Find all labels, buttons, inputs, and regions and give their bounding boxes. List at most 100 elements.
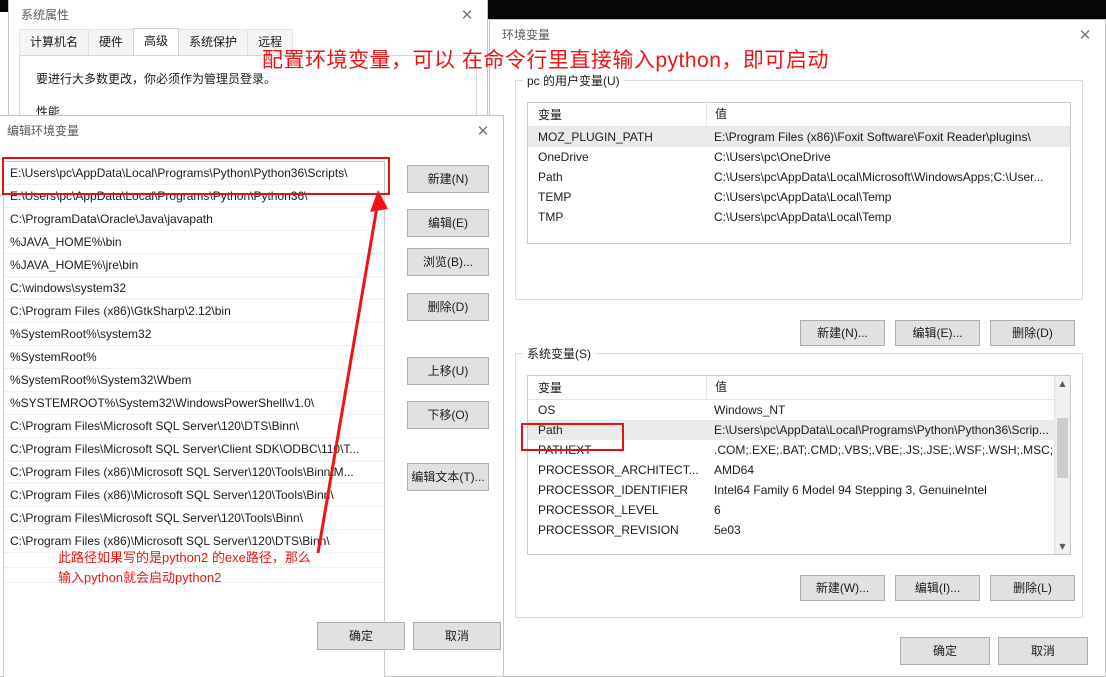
list-item[interactable]: %SystemRoot%\system32 — [4, 323, 384, 346]
list-item[interactable]: C:\Program Files\Microsoft SQL Server\Cl… — [4, 438, 384, 461]
delete-user-variable-button[interactable]: 删除(D) — [990, 320, 1075, 346]
list-item[interactable]: C:\Program Files (x86)\GtkSharp\2.12\bin — [4, 300, 384, 323]
system-variables-label: 系统变量(S) — [523, 345, 595, 362]
user-variables-group: pc 的用户变量(U) 变量 值 MOZ_PLUGIN_PATH E:\Prog… — [515, 72, 1083, 346]
edit-path-button[interactable]: 编辑(E) — [407, 209, 489, 237]
annotation-bottom: 此路径如果写的是python2 的exe路径，那么 输入python就会启动py… — [58, 550, 311, 585]
table-row[interactable]: PROCESSOR_LEVEL 6 — [528, 500, 1070, 520]
variable-name: PATHEXT — [538, 443, 592, 457]
scroll-up-icon[interactable]: ▲ — [1055, 376, 1070, 391]
variable-name: PROCESSOR_IDENTIFIER — [538, 483, 689, 497]
list-item[interactable]: C:\Program Files\Microsoft SQL Server\12… — [4, 415, 384, 438]
cancel-button[interactable]: 取消 — [413, 622, 501, 650]
column-header-value[interactable]: 值 — [706, 376, 1070, 399]
cancel-button[interactable]: 取消 — [998, 637, 1088, 665]
variable-value: C:\Users\pc\AppData\Local\Microsoft\Wind… — [714, 170, 1044, 184]
close-icon[interactable]: ✕ — [1065, 20, 1105, 50]
variable-value: 6 — [714, 503, 721, 517]
table-row[interactable]: OS Windows_NT — [528, 400, 1070, 420]
close-icon[interactable]: ✕ — [447, 0, 487, 30]
ok-button[interactable]: 确定 — [317, 622, 405, 650]
move-down-button[interactable]: 下移(O) — [407, 401, 489, 429]
variable-value: .COM;.EXE;.BAT;.CMD;.VBS;.VBE;.JS;.JSE;.… — [714, 443, 1070, 457]
new-user-variable-button[interactable]: 新建(N)... — [800, 320, 885, 346]
table-row[interactable]: PROCESSOR_ARCHITECT... AMD64 — [528, 460, 1070, 480]
list-item[interactable]: C:\ProgramData\Oracle\Java\javapath — [4, 208, 384, 231]
variable-value: 5e03 — [714, 523, 741, 537]
list-item[interactable]: %SYSTEMROOT%\System32\WindowsPowerShell\… — [4, 392, 384, 415]
system-variables-scrollbar[interactable]: ▲ ▼ — [1054, 376, 1070, 554]
environment-variables-title: 环境变量 — [502, 28, 551, 42]
column-header-value[interactable]: 值 — [706, 103, 1070, 126]
ok-button[interactable]: 确定 — [900, 637, 990, 665]
scrollbar-thumb[interactable] — [1057, 418, 1068, 478]
background-strip-corner — [0, 0, 8, 12]
system-variables-group: 系统变量(S) 变量 值 OS Windows_NT Path E:\Users… — [515, 345, 1083, 618]
system-variables-header: 变量 值 — [528, 376, 1070, 400]
delete-path-button[interactable]: 删除(D) — [407, 293, 489, 321]
annotation-top: 配置环境变量，可以 在命令行里直接输入python，即可启动 — [262, 49, 829, 72]
table-row[interactable]: OneDrive C:\Users\pc\OneDrive — [528, 147, 1070, 167]
variable-value: Windows_NT — [714, 403, 786, 417]
tab-computer-name[interactable]: 计算机名 — [19, 29, 90, 55]
browse-path-button[interactable]: 浏览(B)... — [407, 248, 489, 276]
tab-system-protection[interactable]: 系统保护 — [178, 29, 249, 55]
variable-name: PROCESSOR_ARCHITECT... — [538, 463, 699, 477]
list-item[interactable]: %JAVA_HOME%\bin — [4, 231, 384, 254]
table-row[interactable]: Path E:\Users\pc\AppData\Local\Programs\… — [528, 420, 1070, 440]
variable-name: TMP — [538, 210, 564, 224]
variable-name: PROCESSOR_REVISION — [538, 523, 679, 537]
table-row[interactable]: PROCESSOR_IDENTIFIER Intel64 Family 6 Mo… — [528, 480, 1070, 500]
list-item[interactable]: C:\windows\system32 — [4, 277, 384, 300]
list-item[interactable]: %SystemRoot% — [4, 346, 384, 369]
column-header-variable[interactable]: 变量 — [528, 379, 706, 396]
edit-env-title: 编辑环境变量 — [7, 124, 80, 138]
system-variables-list[interactable]: 变量 值 OS Windows_NT Path E:\Users\pc\AppD… — [527, 375, 1071, 555]
edit-environment-variable-window: 编辑环境变量 ✕ E:\Users\pc\AppData\Local\Progr… — [0, 115, 504, 677]
system-properties-title: 系统属性 — [21, 8, 70, 22]
new-path-button[interactable]: 新建(N) — [407, 165, 489, 193]
list-item[interactable]: C:\Program Files (x86)\Microsoft SQL Ser… — [4, 484, 384, 507]
variable-value: E:\Program Files (x86)\Foxit Software\Fo… — [714, 130, 1031, 144]
list-item[interactable]: C:\Program Files\Microsoft SQL Server\12… — [4, 507, 384, 530]
new-system-variable-button[interactable]: 新建(W)... — [800, 575, 885, 601]
table-row[interactable]: MOZ_PLUGIN_PATH E:\Program Files (x86)\F… — [528, 127, 1070, 147]
tab-hardware[interactable]: 硬件 — [88, 29, 135, 55]
column-header-variable[interactable]: 变量 — [528, 106, 706, 123]
scroll-down-icon[interactable]: ▼ — [1055, 539, 1070, 554]
system-properties-titlebar: 系统属性 ✕ — [9, 0, 487, 30]
edit-env-titlebar: 编辑环境变量 ✕ — [0, 116, 503, 146]
variable-value: AMD64 — [714, 463, 755, 477]
variable-name: Path — [538, 423, 563, 437]
close-icon[interactable]: ✕ — [463, 116, 503, 146]
list-item[interactable]: E:\Users\pc\AppData\Local\Programs\Pytho… — [4, 162, 384, 185]
variable-name: Path — [538, 170, 563, 184]
variable-value: Intel64 Family 6 Model 94 Stepping 3, Ge… — [714, 483, 987, 497]
edit-text-button[interactable]: 编辑文本(T)... — [407, 463, 489, 491]
table-row[interactable]: PROCESSOR_REVISION 5e03 — [528, 520, 1070, 540]
screen: 系统属性 ✕ 计算机名 硬件 高级 系统保护 远程 要进行大多数更改，你必须作为… — [0, 0, 1106, 677]
list-item[interactable]: E:\Users\pc\AppData\Local\Programs\Pytho… — [4, 185, 384, 208]
move-up-button[interactable]: 上移(U) — [407, 357, 489, 385]
tab-advanced[interactable]: 高级 — [133, 28, 180, 55]
user-variables-list[interactable]: 变量 值 MOZ_PLUGIN_PATH E:\Program Files (x… — [527, 102, 1071, 244]
variable-value: C:\Users\pc\OneDrive — [714, 150, 831, 164]
delete-system-variable-button[interactable]: 删除(L) — [990, 575, 1075, 601]
table-row[interactable]: PATHEXT .COM;.EXE;.BAT;.CMD;.VBS;.VBE;.J… — [528, 440, 1070, 460]
background-strip-top — [486, 0, 1106, 19]
variable-value: C:\Users\pc\AppData\Local\Temp — [714, 190, 892, 204]
table-row[interactable]: Path C:\Users\pc\AppData\Local\Microsoft… — [528, 167, 1070, 187]
path-entries-list[interactable]: E:\Users\pc\AppData\Local\Programs\Pytho… — [3, 161, 385, 677]
variable-name: PROCESSOR_LEVEL — [538, 503, 659, 517]
table-row[interactable]: TMP C:\Users\pc\AppData\Local\Temp — [528, 207, 1070, 227]
variable-value: E:\Users\pc\AppData\Local\Programs\Pytho… — [714, 423, 1049, 437]
list-item[interactable]: %SystemRoot%\System32\Wbem — [4, 369, 384, 392]
variable-name: TEMP — [538, 190, 572, 204]
edit-user-variable-button[interactable]: 编辑(E)... — [895, 320, 980, 346]
list-item[interactable]: %JAVA_HOME%\jre\bin — [4, 254, 384, 277]
edit-system-variable-button[interactable]: 编辑(I)... — [895, 575, 980, 601]
variable-name: OS — [538, 403, 556, 417]
variable-name: OneDrive — [538, 150, 589, 164]
table-row[interactable]: TEMP C:\Users\pc\AppData\Local\Temp — [528, 187, 1070, 207]
list-item[interactable]: C:\Program Files (x86)\Microsoft SQL Ser… — [4, 461, 384, 484]
